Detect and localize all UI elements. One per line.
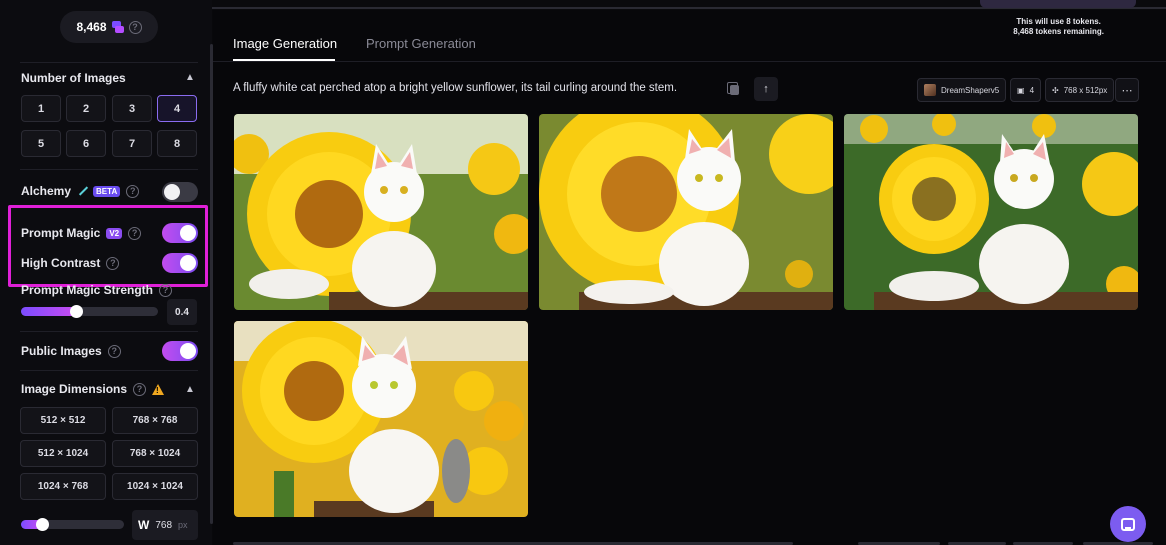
token-balance[interactable]: 8,468 ?: [60, 11, 158, 43]
beta-badge: BETA: [93, 185, 121, 197]
alchemy-toggle[interactable]: [162, 182, 198, 202]
width-input[interactable]: W 768 px: [132, 510, 198, 540]
num-images-5[interactable]: 5: [21, 130, 61, 157]
num-images-4[interactable]: 4: [157, 95, 197, 122]
dimension-1024x768[interactable]: 1024 × 768: [20, 473, 106, 500]
generate-button-edge[interactable]: [980, 0, 1136, 8]
public-images-label: Public Images: [21, 344, 102, 358]
num-images-1[interactable]: 1: [21, 95, 61, 122]
width-label: W: [138, 518, 150, 532]
num-images-6[interactable]: 6: [66, 130, 106, 157]
num-images-3[interactable]: 3: [112, 95, 152, 122]
generated-image-2[interactable]: [539, 114, 833, 310]
chevron-up-icon[interactable]: ▲: [185, 384, 195, 395]
help-icon[interactable]: ?: [128, 20, 142, 34]
divider: [20, 370, 198, 371]
public-images-row: Public Images ?: [21, 344, 121, 358]
slider-handle[interactable]: [36, 518, 49, 531]
number-of-images-label: Number of Images: [21, 71, 126, 85]
dimension-768x1024[interactable]: 768 × 1024: [112, 440, 198, 467]
prompt-magic-strength-row: Prompt Magic Strength ?: [21, 283, 173, 297]
slider-handle[interactable]: [70, 305, 83, 318]
dimension-512x1024[interactable]: 512 × 1024: [20, 440, 106, 467]
generated-image-4[interactable]: [234, 321, 528, 517]
help-icon[interactable]: ?: [133, 382, 147, 396]
slider-fill: [21, 307, 76, 316]
main-panel: This will use 8 tokens. 8,468 tokens rem…: [213, 10, 1166, 545]
width-unit: px: [178, 520, 188, 530]
dimension-1024x1024[interactable]: 1024 × 1024: [112, 473, 198, 500]
generated-image-3[interactable]: [844, 114, 1138, 310]
image-count: 4: [1029, 85, 1035, 95]
dimension-768x768[interactable]: 768 × 768: [112, 407, 198, 434]
model-name: DreamShaperv5: [941, 85, 1000, 95]
cat-sunflower-image: [234, 114, 528, 310]
chevron-up-icon[interactable]: ▲: [185, 72, 195, 83]
generation-prompt: A fluffy white cat perched atop a bright…: [233, 82, 678, 94]
magic-wand-icon: [77, 186, 87, 196]
dimensions-chip[interactable]: ✣ 768 x 512px: [1045, 78, 1115, 102]
help-icon[interactable]: ?: [107, 344, 121, 358]
token-count: 8,468: [76, 20, 107, 34]
image-dimensions-label: Image Dimensions: [21, 382, 128, 396]
alchemy-row: Alchemy BETA ?: [21, 184, 140, 198]
move-icon: ✣: [1052, 85, 1059, 95]
dimensions-value: 768 x 512px: [1063, 85, 1108, 95]
width-value[interactable]: 768: [155, 520, 172, 531]
ellipsis-icon[interactable]: ⋯: [1115, 78, 1139, 102]
model-chip[interactable]: DreamShaperv5: [917, 78, 1007, 102]
model-thumbnail: [924, 84, 936, 96]
cat-sunflower-image: [844, 114, 1138, 310]
divider: [20, 62, 198, 63]
sidebar: 8,468 ? Number of Images ▲ 1 2 3 4 5 6 7…: [0, 0, 212, 545]
warning-icon: !: [152, 383, 165, 395]
highlight-annotation: [8, 205, 208, 287]
num-images-8[interactable]: 8: [157, 130, 197, 157]
token-usage-line: This will use 8 tokens.: [1016, 17, 1101, 26]
help-icon[interactable]: ?: [126, 184, 140, 198]
divider: [20, 331, 198, 332]
cat-sunflower-image: [539, 114, 833, 310]
public-images-toggle[interactable]: [162, 341, 198, 361]
tab-image-generation[interactable]: Image Generation: [233, 36, 337, 51]
cat-sunflower-image: [234, 321, 528, 517]
prompt-magic-strength-label: Prompt Magic Strength: [21, 283, 154, 297]
prompt-magic-strength-slider[interactable]: [21, 305, 158, 318]
token-coin-icon: [111, 21, 124, 33]
chat-support-button[interactable]: [1110, 506, 1146, 542]
num-images-7[interactable]: 7: [112, 130, 152, 157]
image-dimensions-title[interactable]: Image Dimensions ? !: [21, 382, 165, 396]
chat-icon: [1121, 517, 1135, 531]
tab-divider: [213, 61, 1166, 62]
active-tab-indicator: [233, 59, 335, 61]
divider: [20, 169, 198, 170]
image-count-chip[interactable]: ▣ 4: [1010, 78, 1042, 102]
width-slider[interactable]: [21, 518, 124, 531]
token-usage-info: This will use 8 tokens. 8,468 tokens rem…: [1013, 17, 1104, 37]
copy-icon[interactable]: [727, 82, 741, 96]
generated-image-1[interactable]: [234, 114, 528, 310]
images-icon: ▣: [1017, 85, 1025, 95]
number-of-images-title[interactable]: Number of Images: [21, 71, 126, 85]
arrow-up-icon[interactable]: ↑: [754, 77, 778, 101]
num-images-2[interactable]: 2: [66, 95, 106, 122]
dimension-512x512[interactable]: 512 × 512: [20, 407, 106, 434]
tab-prompt-generation[interactable]: Prompt Generation: [366, 36, 476, 51]
help-icon[interactable]: ?: [159, 283, 173, 297]
prompt-magic-strength-value[interactable]: 0.4: [167, 299, 197, 325]
tokens-remaining-line: 8,468 tokens remaining.: [1013, 27, 1104, 36]
alchemy-label: Alchemy: [21, 184, 72, 198]
